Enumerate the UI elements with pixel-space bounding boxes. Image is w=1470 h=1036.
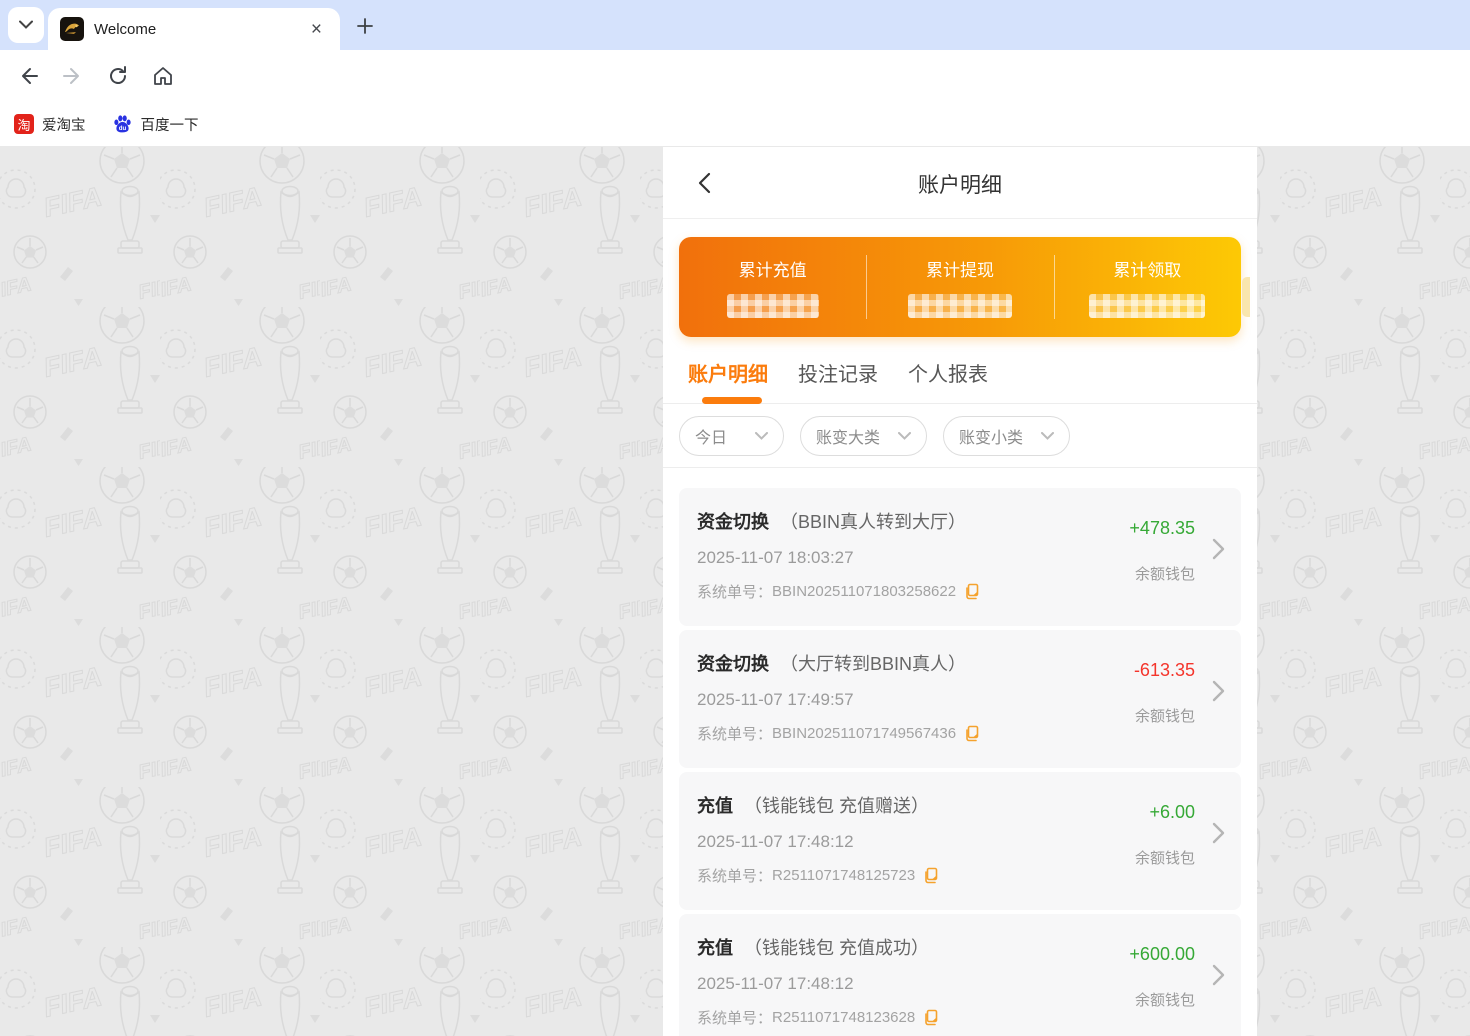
chevron-right-icon — [1212, 822, 1225, 849]
panel-header: 账户明细 — [663, 147, 1257, 219]
transaction-order-row: 系统单号： BBIN202511071749567436 — [697, 723, 1223, 744]
filter-minor-category[interactable]: 账变小类 — [943, 415, 1071, 456]
transaction-detail: （BBIN真人转到大厅） — [780, 512, 967, 532]
wallet-label: 余额钱包 — [1134, 708, 1195, 725]
transaction-amount-block: +6.00 余额钱包 — [1135, 802, 1195, 868]
chevron-right-icon — [1212, 538, 1225, 565]
browser-toolbar: 175616.cc/reports/index — [0, 50, 1470, 144]
bookmarks-bar: 淘 爱淘宝 du 百度一下 — [0, 102, 1470, 147]
filter-date[interactable]: 今日 — [679, 415, 784, 456]
bookmark-label: 爱淘宝 — [42, 117, 86, 134]
report-tabs: 账户明细 投注记录 个人报表 — [663, 341, 1257, 404]
summary-label: 累计领取 — [1113, 261, 1182, 280]
transaction-detail: （钱能钱包 充值成功） — [744, 938, 930, 958]
transaction-detail: （钱能钱包 充值赠送） — [744, 796, 930, 816]
chevron-down-icon — [19, 16, 33, 34]
tab-personal-report[interactable]: 个人报表 — [908, 358, 988, 387]
taobao-icon: 淘 — [14, 114, 34, 134]
close-tab-icon[interactable]: × — [305, 18, 328, 41]
transaction-amount-block: +478.35 余额钱包 — [1129, 518, 1195, 584]
transaction-detail: （大厅转到BBIN真人） — [780, 654, 967, 674]
masked-value — [907, 294, 1012, 318]
filter-major-category[interactable]: 账变大类 — [800, 415, 928, 456]
masked-value — [1089, 294, 1206, 318]
transaction-row[interactable]: 资金切换 （大厅转到BBIN真人） 2025-11-07 17:49:57 系统… — [679, 630, 1241, 768]
tab-account-detail[interactable]: 账户明细 — [688, 358, 768, 387]
order-number: R2511071748125723 — [772, 867, 916, 884]
bookmark-baidu[interactable]: du 百度一下 — [112, 114, 199, 135]
back-icon[interactable] — [16, 64, 40, 88]
copy-icon[interactable] — [964, 725, 981, 742]
tab-strip: Welcome × — [0, 0, 1470, 50]
summary-card: 累计充值 累计提现 累计领取 — [679, 237, 1241, 337]
page-content: FIFA FIFA FIFA — [0, 147, 1470, 1036]
amount: +478.35 — [1129, 518, 1195, 538]
wallet-label: 余额钱包 — [1134, 566, 1195, 583]
active-tab-underline — [702, 397, 762, 404]
amount: +6.00 — [1149, 802, 1195, 822]
transaction-order-row: 系统单号： R2511071748123628 — [697, 1007, 1223, 1028]
tab-search-button[interactable] — [8, 7, 44, 43]
summary-total-withdraw: 累计提现 — [866, 237, 1053, 337]
baidu-icon: du — [112, 114, 133, 135]
copy-icon[interactable] — [923, 867, 940, 884]
transaction-order-row: 系统单号： R2511071748125723 — [697, 865, 1223, 886]
chevron-down-icon — [1041, 427, 1055, 445]
svg-text:du: du — [118, 124, 126, 131]
amount: -613.35 — [1133, 660, 1195, 680]
transaction-amount-block: -613.35 余额钱包 — [1134, 660, 1195, 726]
browser-chrome: Welcome × 175616.cc/reports/index 淘 — [0, 0, 1470, 147]
transaction-type: 充值 — [697, 796, 733, 816]
order-label: 系统单号： — [697, 584, 773, 601]
summary-total-deposit: 累计充值 — [679, 237, 866, 337]
order-label: 系统单号： — [697, 726, 773, 743]
transaction-row[interactable]: 资金切换 （BBIN真人转到大厅） 2025-11-07 18:03:27 系统… — [679, 488, 1241, 626]
amount: +600.00 — [1129, 944, 1195, 964]
next-card-peek — [1242, 277, 1250, 317]
chevron-right-icon — [1212, 680, 1225, 707]
account-detail-panel: 账户明细 累计充值 累计提现 累计领取 账户明细 投注记录 个人报表 今日 账变… — [663, 147, 1257, 1036]
tab-bet-records[interactable]: 投注记录 — [798, 358, 878, 387]
order-number: R2511071748123628 — [772, 1009, 916, 1026]
masked-value — [726, 294, 819, 318]
forward-icon[interactable] — [61, 64, 85, 88]
tab-title: Welcome — [94, 20, 157, 38]
summary-label: 累计提现 — [925, 261, 994, 280]
filter-label: 今日 — [695, 429, 728, 447]
copy-icon[interactable] — [923, 1009, 940, 1026]
summary-label: 累计充值 — [738, 261, 807, 280]
site-favicon-icon — [60, 17, 84, 41]
wallet-label: 余额钱包 — [1134, 992, 1195, 1009]
bookmark-aitaobao[interactable]: 淘 爱淘宝 — [14, 114, 86, 135]
transaction-type: 充值 — [697, 938, 733, 958]
page-title: 账户明细 — [918, 174, 1002, 197]
transaction-row[interactable]: 充值 （钱能钱包 充值赠送） 2025-11-07 17:48:12 系统单号：… — [679, 772, 1241, 910]
wallet-label: 余额钱包 — [1134, 850, 1195, 867]
reload-icon[interactable] — [106, 64, 130, 88]
filter-label: 账变大类 — [816, 429, 881, 447]
order-number: BBIN202511071749567436 — [772, 725, 957, 742]
new-tab-button[interactable] — [352, 13, 378, 39]
order-number: BBIN202511071803258622 — [772, 583, 957, 600]
home-icon[interactable] — [151, 64, 175, 88]
summary-carousel[interactable]: 累计充值 累计提现 累计领取 — [679, 237, 1250, 337]
order-label: 系统单号： — [697, 868, 773, 885]
chevron-down-icon — [898, 427, 912, 445]
chevron-down-icon — [755, 427, 768, 445]
transaction-order-row: 系统单号： BBIN202511071803258622 — [697, 581, 1223, 602]
transaction-type: 资金切换 — [697, 654, 769, 674]
bookmark-label: 百度一下 — [140, 117, 199, 134]
summary-total-claimed: 累计领取 — [1053, 237, 1241, 337]
chevron-right-icon — [1212, 964, 1225, 991]
transaction-row[interactable]: 充值 （钱能钱包 充值成功） 2025-11-07 17:48:12 系统单号：… — [679, 914, 1241, 1036]
transaction-type: 资金切换 — [697, 512, 769, 532]
browser-tab[interactable]: Welcome × — [48, 8, 340, 50]
order-label: 系统单号： — [697, 1010, 773, 1027]
copy-icon[interactable] — [964, 583, 981, 600]
filter-label: 账变小类 — [959, 429, 1024, 447]
transaction-amount-block: +600.00 余额钱包 — [1129, 944, 1195, 1010]
transaction-list: 资金切换 （BBIN真人转到大厅） 2025-11-07 18:03:27 系统… — [663, 488, 1257, 1036]
filter-bar: 今日 账变大类 账变小类 — [663, 404, 1257, 468]
